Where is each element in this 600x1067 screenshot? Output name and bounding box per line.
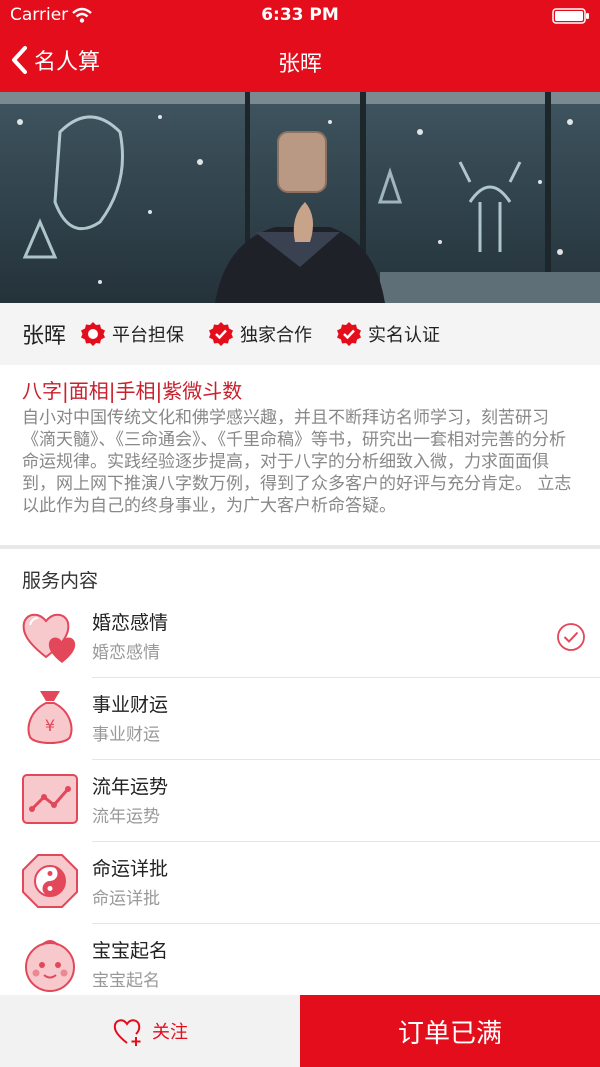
follow-button[interactable]: 关注 [0,995,300,1067]
badge-exclusive: 独家合作 [208,321,312,347]
badge-guarantee: 平台担保 [80,321,184,347]
money-bag-icon: ¥ [27,691,73,744]
service-item-destiny[interactable]: 命运详批 命运详批 [0,842,600,924]
profile-photo [0,92,600,303]
top-bar: Carrier 6:33 PM 名人算 张晖 [0,0,600,92]
page-title: 张晖 [277,52,322,77]
profile-header: 张晖 平台担保 独家合作 实名认证 [0,303,600,365]
service-subtitle: 命运详批 [92,889,160,909]
service-subtitle: 宝宝起名 [92,971,160,991]
service-subtitle: 流年运势 [92,807,160,827]
check-circle-icon [557,623,585,651]
clock: 6:33 PM [261,5,339,25]
badge-label: 独家合作 [240,325,313,346]
service-name: 婚恋感情 [92,612,169,634]
service-name: 事业财运 [92,694,169,716]
yin-yang-icon [22,854,78,908]
service-name: 流年运势 [92,776,169,798]
person-name: 张晖 [22,324,67,349]
service-item-career[interactable]: ¥ 事业财运 事业财运 [0,678,600,760]
services-title: 服务内容 [22,570,99,592]
order-button[interactable]: 订单已满 [300,995,600,1067]
profile-intro: 八字|面相|手相|紫微斗数 自小对中国传统文化和佛学感兴趣，并且不断拜访名师学习… [0,365,600,543]
service-item-marriage[interactable]: 婚恋感情 婚恋感情 [0,596,600,678]
badge-verified: 实名认证 [336,321,440,347]
heart-plus-icon [113,1019,141,1046]
bottom-bar: 关注 订单已满 [0,995,600,1067]
status-bar: Carrier 6:33 PM [0,0,600,32]
hearts-icon [22,613,76,663]
trend-chart-icon [22,774,78,824]
svg-text:¥: ¥ [45,716,55,735]
section-divider [0,545,600,549]
battery-icon [552,8,589,24]
shield-check-icon [81,322,106,346]
verified-check-icon [209,322,234,346]
service-name: 命运详批 [92,858,169,880]
nav-bar: 名人算 张晖 [0,32,600,92]
service-subtitle: 婚恋感情 [92,643,160,663]
service-item-yearly-fortune[interactable]: 流年运势 流年运势 [0,760,600,842]
badge-label: 实名认证 [368,325,441,346]
baby-face-icon [25,940,75,992]
service-item-baby-naming[interactable]: 宝宝起名 宝宝起名 [0,924,600,1006]
bio-text: 自小对中国传统文化和佛学感兴趣，并且不断拜访名师学习，刻苦研习《滴天髓》、《三命… [22,408,572,516]
follow-label: 关注 [152,1022,188,1043]
verified-check-icon [337,322,362,346]
service-name: 宝宝起名 [92,940,169,962]
service-subtitle: 事业财运 [92,725,160,745]
badge-label: 平台担保 [112,325,185,346]
services-list: 婚恋感情 婚恋感情 ¥ 事业财运 事业财运 流年运势 流年运势 命运详批 命运详… [0,596,600,1006]
specialty-tags: 八字|面相|手相|紫微斗数 [22,379,243,403]
